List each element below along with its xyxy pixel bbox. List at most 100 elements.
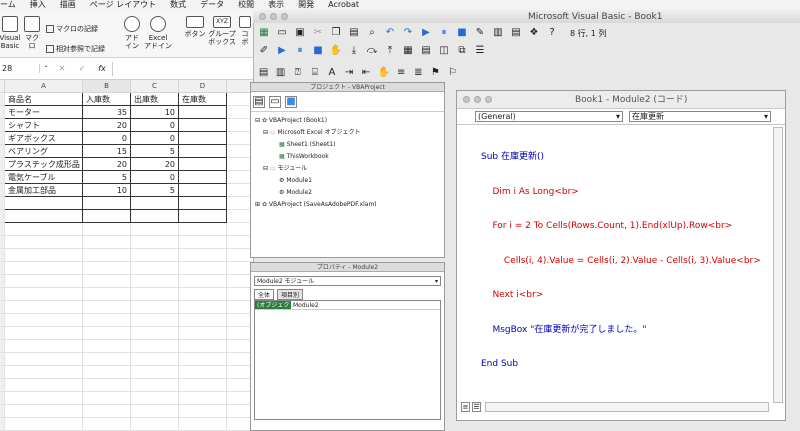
- grid-cell[interactable]: [5, 262, 83, 275]
- menu-formulas[interactable]: 数式: [170, 0, 186, 10]
- tree-item-excel-objects[interactable]: ⊟ ▭ Microsoft Excel オブジェクト: [255, 127, 440, 139]
- code-close-button[interactable]: [463, 96, 470, 103]
- confirm-icon[interactable]: ✓: [72, 64, 92, 73]
- grid-cell[interactable]: [131, 275, 179, 288]
- grid-cell[interactable]: 5: [131, 145, 179, 158]
- grid-cell[interactable]: [83, 392, 131, 405]
- grid-cell[interactable]: [5, 366, 83, 379]
- uncomment-block-icon[interactable]: ≣: [413, 67, 424, 79]
- grid-cell[interactable]: 商品名: [5, 93, 83, 106]
- row-header[interactable]: [0, 197, 5, 210]
- grid-cell[interactable]: [83, 275, 131, 288]
- grid-cell[interactable]: [5, 340, 83, 353]
- grid-cell[interactable]: [179, 392, 227, 405]
- grid-cell[interactable]: プラスチック成形品: [5, 158, 83, 171]
- relative-ref-button[interactable]: 相対参照で記録: [46, 44, 105, 54]
- grid-cell[interactable]: [131, 288, 179, 301]
- minimize-window-button[interactable]: [270, 13, 277, 20]
- grid-cell[interactable]: [5, 405, 83, 418]
- menu-data[interactable]: データ: [200, 0, 224, 10]
- indent-icon[interactable]: ⇥: [343, 67, 354, 79]
- grid-cell[interactable]: 10: [83, 184, 131, 197]
- grid-cell[interactable]: [83, 288, 131, 301]
- menu-page-layout[interactable]: ページ レイアウト: [90, 0, 156, 10]
- property-value[interactable]: Module2: [291, 301, 319, 309]
- code-zoom-button[interactable]: [485, 96, 492, 103]
- row-header[interactable]: [0, 158, 5, 171]
- grid-cell[interactable]: 20: [83, 119, 131, 132]
- grid-cell[interactable]: [83, 197, 131, 210]
- grid-cell[interactable]: 20: [131, 158, 179, 171]
- menu-developer[interactable]: 開発: [298, 0, 314, 10]
- toggle-breakpoint-icon[interactable]: ✋: [330, 45, 342, 57]
- grid-cell[interactable]: [179, 301, 227, 314]
- macro-button[interactable]: マクロ: [22, 16, 42, 50]
- row-header[interactable]: [0, 327, 5, 340]
- name-box-dropdown-icon[interactable]: ⌃: [40, 65, 52, 72]
- next-bookmark-icon[interactable]: ⚐: [447, 67, 458, 79]
- row-header[interactable]: [0, 301, 5, 314]
- grid-cell[interactable]: [179, 119, 227, 132]
- menu-insert[interactable]: 挿入: [30, 0, 46, 10]
- grid-cell[interactable]: [179, 210, 227, 223]
- excel-icon[interactable]: ▦: [258, 27, 270, 39]
- grid-cell[interactable]: [5, 275, 83, 288]
- grid-cell[interactable]: 15: [83, 145, 131, 158]
- grid-cell[interactable]: 5: [83, 171, 131, 184]
- quick-watch-icon[interactable]: ⧉: [456, 45, 468, 57]
- grid-cell[interactable]: 0: [131, 171, 179, 184]
- row-header[interactable]: [0, 236, 5, 249]
- grid-cell[interactable]: [131, 249, 179, 262]
- grid-cell[interactable]: [131, 405, 179, 418]
- step-into-icon[interactable]: ⤓: [348, 45, 360, 57]
- grid-cell[interactable]: [179, 106, 227, 119]
- redo-icon[interactable]: ↷: [402, 27, 414, 39]
- full-module-view-icon[interactable]: ☰: [472, 402, 481, 412]
- menu-acrobat[interactable]: Acrobat: [328, 0, 359, 10]
- help-icon[interactable]: ?: [546, 27, 558, 39]
- insert-userform-icon[interactable]: ▭: [276, 27, 288, 39]
- close-window-button[interactable]: [259, 13, 266, 20]
- run-sub-icon[interactable]: ▶: [276, 45, 288, 57]
- grid-cell[interactable]: [83, 340, 131, 353]
- grid-cell[interactable]: [83, 366, 131, 379]
- save-icon[interactable]: ▣: [294, 27, 306, 39]
- step-over-icon[interactable]: ⤼: [366, 45, 378, 57]
- grid-cell[interactable]: [5, 314, 83, 327]
- grid-cell[interactable]: [179, 353, 227, 366]
- grid-cell[interactable]: [5, 249, 83, 262]
- row-header[interactable]: [0, 223, 5, 236]
- menu-view[interactable]: 表示: [268, 0, 284, 10]
- object-browser-icon[interactable]: ❖: [528, 27, 540, 39]
- grid-cell[interactable]: [5, 327, 83, 340]
- tree-item-sheet1[interactable]: ▦ Sheet1 (Sheet1): [255, 139, 440, 151]
- menu-home[interactable]: ーム: [0, 0, 16, 10]
- grid-cell[interactable]: [179, 379, 227, 392]
- paste-icon[interactable]: ▤: [348, 27, 360, 39]
- grid-cell[interactable]: [131, 197, 179, 210]
- grid-cell[interactable]: [83, 379, 131, 392]
- grid-cell[interactable]: [83, 249, 131, 262]
- group-box-button[interactable]: XYZ グループ ボックス: [208, 16, 236, 46]
- watch-icon[interactable]: ◫: [438, 45, 450, 57]
- procedure-view-icon[interactable]: ≡: [461, 402, 470, 412]
- grid-cell[interactable]: [131, 210, 179, 223]
- grid-cell[interactable]: [179, 262, 227, 275]
- code-minimize-button[interactable]: [474, 96, 481, 103]
- row-header[interactable]: [0, 171, 5, 184]
- record-macro-button[interactable]: マクロの記録: [46, 24, 98, 34]
- row-header[interactable]: [0, 184, 5, 197]
- grid-cell[interactable]: 5: [131, 184, 179, 197]
- grid-cell[interactable]: 電気ケーブル: [5, 171, 83, 184]
- grid-cell[interactable]: [179, 223, 227, 236]
- step-out-icon[interactable]: ⤒: [384, 45, 396, 57]
- grid-cell[interactable]: [179, 340, 227, 353]
- row-header[interactable]: [0, 418, 5, 431]
- row-header[interactable]: [0, 340, 5, 353]
- row-header[interactable]: [0, 249, 5, 262]
- grid-cell[interactable]: [179, 158, 227, 171]
- cut-icon[interactable]: ✂: [312, 27, 324, 39]
- grid-cell[interactable]: [5, 197, 83, 210]
- grid-cell[interactable]: [5, 288, 83, 301]
- grid-cell[interactable]: [179, 171, 227, 184]
